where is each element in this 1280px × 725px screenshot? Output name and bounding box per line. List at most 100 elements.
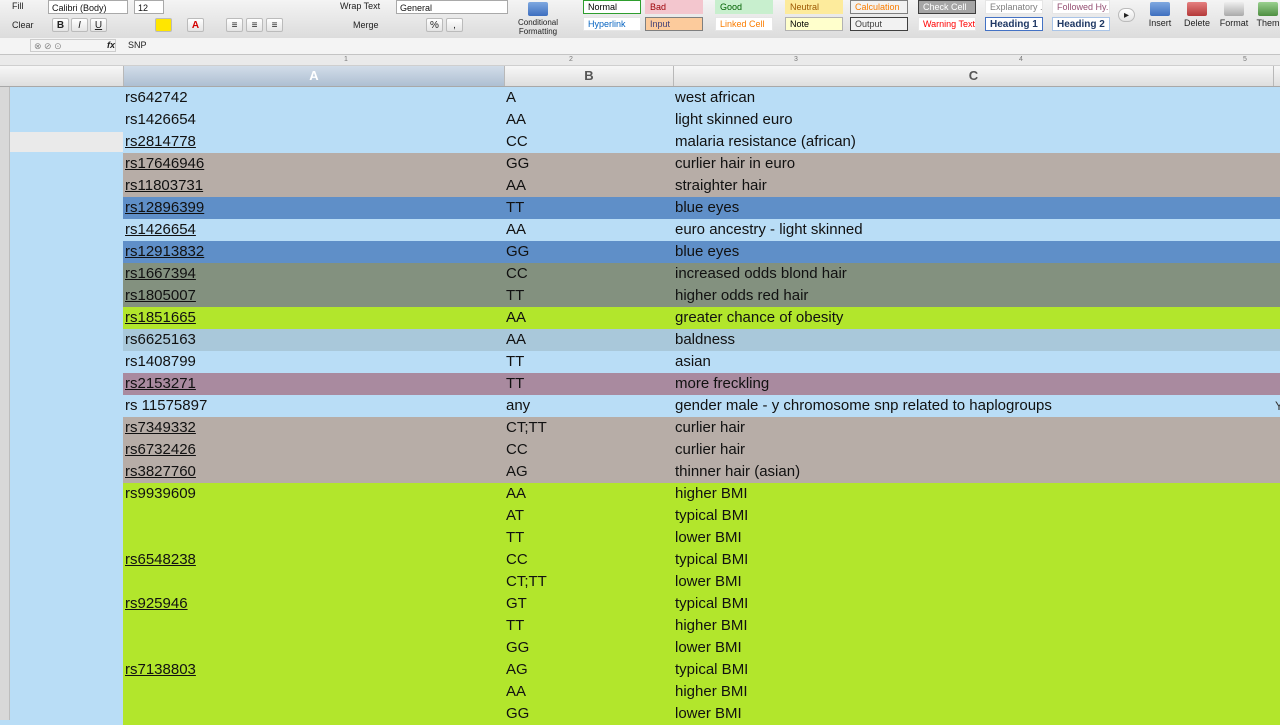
cell-snp[interactable]: rs12896399 bbox=[125, 197, 503, 219]
number-format-select[interactable]: General bbox=[396, 0, 508, 14]
cell-genotype[interactable]: CT;TT bbox=[506, 417, 670, 439]
cell-style-output[interactable]: Output bbox=[850, 17, 908, 31]
cell-genotype[interactable]: AA bbox=[506, 681, 670, 703]
cell-trait[interactable]: light skinned euro bbox=[675, 109, 1275, 131]
delete-button[interactable]: Delete bbox=[1182, 2, 1212, 28]
cell-column-d[interactable] bbox=[1275, 637, 1280, 659]
cell-genotype[interactable]: AA bbox=[506, 109, 670, 131]
merge-button[interactable]: Merge bbox=[353, 20, 379, 30]
underline-button[interactable]: U bbox=[90, 18, 107, 32]
column-header-a[interactable]: A bbox=[123, 66, 504, 86]
cell-genotype[interactable]: AG bbox=[506, 461, 670, 483]
cell-snp[interactable]: rs925946 bbox=[125, 593, 503, 615]
cell-genotype[interactable]: CC bbox=[506, 131, 670, 153]
cell-column-d[interactable] bbox=[1275, 263, 1280, 285]
cell-genotype[interactable]: GG bbox=[506, 241, 670, 263]
cell-genotype[interactable]: AA bbox=[506, 483, 670, 505]
cell-snp[interactable]: rs1426654 bbox=[125, 219, 503, 241]
cell-column-d[interactable] bbox=[1275, 241, 1280, 263]
cell-genotype[interactable]: CC bbox=[506, 549, 670, 571]
cell-genotype[interactable]: TT bbox=[506, 285, 670, 307]
cell-snp[interactable]: rs6625163 bbox=[125, 329, 503, 351]
cell-trait[interactable]: more freckling bbox=[675, 373, 1275, 395]
cell-style-check-cell[interactable]: Check Cell bbox=[918, 0, 976, 14]
cell-genotype[interactable]: CT;TT bbox=[506, 571, 670, 593]
cell-snp[interactable]: rs11803731 bbox=[125, 175, 503, 197]
cell-column-d[interactable] bbox=[1275, 549, 1280, 571]
cell-column-d[interactable] bbox=[1275, 307, 1280, 329]
gallery-next-icon[interactable]: ▸ bbox=[1118, 8, 1135, 22]
cell-trait[interactable]: typical BMI bbox=[675, 505, 1275, 527]
cell-snp[interactable]: rs3827760 bbox=[125, 461, 503, 483]
cell-snp[interactable] bbox=[125, 637, 503, 659]
cell-snp[interactable]: rs7349332 bbox=[125, 417, 503, 439]
cell-snp[interactable]: rs7138803 bbox=[125, 659, 503, 681]
cell-style-calculation[interactable]: Calculation bbox=[850, 0, 908, 14]
cell-genotype[interactable]: TT bbox=[506, 615, 670, 637]
cell-genotype[interactable]: AA bbox=[506, 219, 670, 241]
cell-snp[interactable] bbox=[125, 527, 503, 549]
cell-column-d[interactable] bbox=[1275, 615, 1280, 637]
font-name-select[interactable]: Calibri (Body) bbox=[48, 0, 128, 14]
cell-snp[interactable]: rs6732426 bbox=[125, 439, 503, 461]
cell-column-d[interactable] bbox=[1275, 153, 1280, 175]
cell-column-d[interactable] bbox=[1275, 417, 1280, 439]
cell-trait[interactable]: typical BMI bbox=[675, 593, 1275, 615]
cell-trait[interactable]: gender male - y chromosome snp related t… bbox=[675, 395, 1275, 417]
cell-column-d[interactable] bbox=[1275, 175, 1280, 197]
cell-style-heading-2[interactable]: Heading 2 bbox=[1052, 17, 1110, 31]
cell-trait[interactable]: west african bbox=[675, 87, 1275, 109]
cell-trait[interactable]: euro ancestry - light skinned bbox=[675, 219, 1275, 241]
cell-snp[interactable] bbox=[125, 615, 503, 637]
cell-trait[interactable]: increased odds blond hair bbox=[675, 263, 1275, 285]
cell-column-d[interactable]: Y bbox=[1275, 395, 1280, 417]
cell-snp[interactable] bbox=[125, 505, 503, 527]
cell-style-normal[interactable]: Normal bbox=[583, 0, 641, 14]
cell-style-warning-text[interactable]: Warning Text bbox=[918, 17, 976, 31]
cell-column-d[interactable] bbox=[1275, 527, 1280, 549]
cell-style-input[interactable]: Input bbox=[645, 17, 703, 31]
cell-snp[interactable]: rs17646946 bbox=[125, 153, 503, 175]
cell-trait[interactable]: higher BMI bbox=[675, 681, 1275, 703]
cell-snp[interactable]: rs 11575897 bbox=[125, 395, 503, 417]
cell-genotype[interactable]: GG bbox=[506, 637, 670, 659]
select-all-corner[interactable] bbox=[0, 132, 124, 152]
align-left-icon[interactable]: ≡ bbox=[226, 18, 243, 32]
cell-style-linked-cell[interactable]: Linked Cell bbox=[715, 17, 773, 31]
cell-genotype[interactable]: AA bbox=[506, 307, 670, 329]
cell-trait[interactable]: curlier hair bbox=[675, 417, 1275, 439]
cell-column-d[interactable] bbox=[1275, 461, 1280, 483]
font-size-select[interactable]: 12 bbox=[134, 0, 164, 14]
cell-snp[interactable]: rs6548238 bbox=[125, 549, 503, 571]
cell-style-hyperlink[interactable]: Hyperlink bbox=[583, 17, 641, 31]
comma-button[interactable]: , bbox=[446, 18, 463, 32]
cell-genotype[interactable]: TT bbox=[506, 197, 670, 219]
wrap-text-button[interactable]: Wrap Text bbox=[340, 1, 380, 11]
cell-snp[interactable] bbox=[125, 571, 503, 593]
cell-snp[interactable]: rs2153271 bbox=[125, 373, 503, 395]
align-center-icon[interactable]: ≡ bbox=[246, 18, 263, 32]
themes-button[interactable]: Them bbox=[1256, 2, 1280, 28]
cell-genotype[interactable]: GG bbox=[506, 153, 670, 175]
cell-trait[interactable]: curlier hair bbox=[675, 439, 1275, 461]
column-header-c[interactable]: C bbox=[673, 66, 1273, 86]
cell-snp[interactable]: rs1408799 bbox=[125, 351, 503, 373]
cell-snp[interactable]: rs642742 bbox=[125, 87, 503, 109]
column-header-b[interactable]: B bbox=[504, 66, 673, 86]
align-right-icon[interactable]: ≡ bbox=[266, 18, 283, 32]
cell-trait[interactable]: blue eyes bbox=[675, 241, 1275, 263]
cell-column-d[interactable] bbox=[1275, 483, 1280, 505]
cell-genotype[interactable]: AA bbox=[506, 175, 670, 197]
cell-column-d[interactable] bbox=[1275, 109, 1280, 131]
cell-genotype[interactable]: GG bbox=[506, 703, 670, 725]
cell-genotype[interactable]: TT bbox=[506, 373, 670, 395]
cell-trait[interactable]: typical BMI bbox=[675, 659, 1275, 681]
cell-column-d[interactable] bbox=[1275, 329, 1280, 351]
cell-genotype[interactable]: CC bbox=[506, 439, 670, 461]
cell-column-d[interactable] bbox=[1275, 681, 1280, 703]
conditional-formatting-button[interactable]: Conditional Formatting bbox=[515, 2, 561, 36]
cell-trait[interactable]: malaria resistance (african) bbox=[675, 131, 1275, 153]
format-button[interactable]: Format bbox=[1218, 2, 1250, 28]
bold-button[interactable]: B bbox=[52, 18, 69, 32]
cell-trait[interactable]: greater chance of obesity bbox=[675, 307, 1275, 329]
